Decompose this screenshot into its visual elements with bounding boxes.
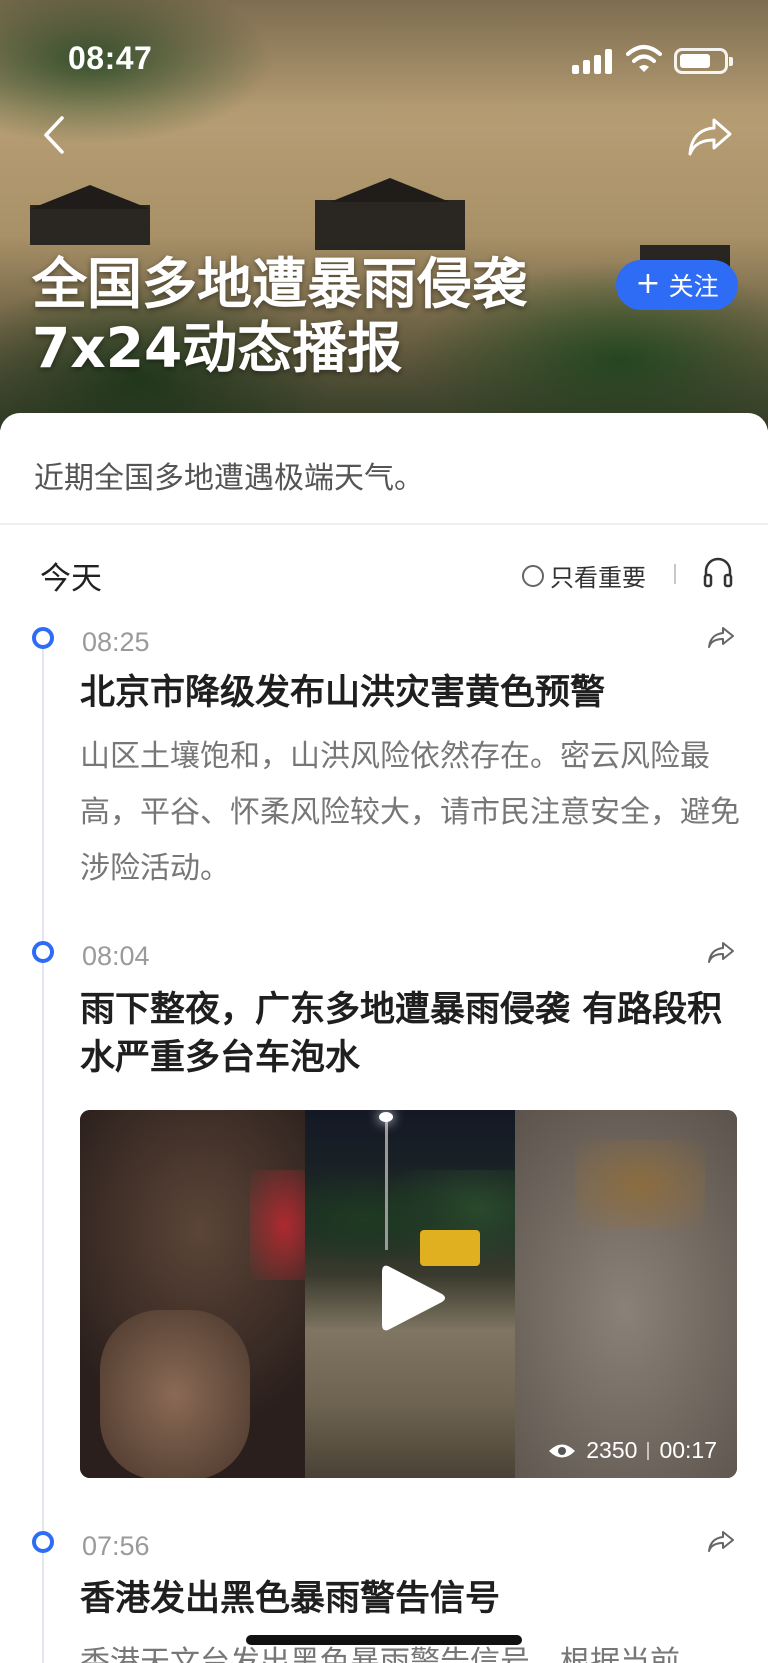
video-player[interactable]: 2350 00:17 bbox=[80, 1110, 737, 1478]
entry-title[interactable]: 香港发出黑色暴雨警告信号 bbox=[80, 1575, 740, 1623]
intro-text: 近期全国多地遭遇极端天气。 bbox=[34, 461, 424, 496]
entry-time: 08:25 bbox=[82, 627, 150, 657]
headphones-icon[interactable] bbox=[702, 556, 734, 588]
share-icon[interactable] bbox=[686, 114, 734, 158]
play-icon[interactable] bbox=[376, 1260, 448, 1336]
video-thumbnail bbox=[80, 1110, 320, 1478]
entry-body: 山区土壤饱和，山洪风险依然存在。密云风险最高，平谷、怀柔风险较大，请市民注意安全… bbox=[80, 739, 740, 886]
entry-title[interactable]: 雨下整夜，广东多地遭暴雨侵袭 有路段积水严重多台车泡水 bbox=[80, 986, 740, 1082]
signal-icon bbox=[572, 48, 614, 74]
hero-banner: 08:47 全国多地遭暴雨侵袭 7x24动态播报 + 关注 bbox=[0, 0, 768, 430]
divider bbox=[674, 564, 676, 584]
share-icon[interactable] bbox=[706, 625, 736, 651]
battery-icon bbox=[674, 48, 733, 74]
entry-time: 07:56 bbox=[82, 1531, 150, 1561]
status-bar: 08:47 bbox=[0, 0, 768, 110]
status-time: 08:47 bbox=[68, 40, 153, 76]
day-label: 今天 bbox=[40, 561, 102, 597]
important-only-toggle[interactable]: 只看重要 bbox=[522, 558, 646, 593]
radio-circle-icon bbox=[522, 564, 544, 587]
home-indicator[interactable] bbox=[246, 1635, 522, 1645]
plus-icon: + bbox=[635, 266, 661, 301]
entry-time: 08:04 bbox=[82, 941, 150, 971]
video-duration: 00:17 bbox=[659, 1437, 717, 1463]
timeline-dot bbox=[32, 941, 54, 963]
divider bbox=[0, 523, 768, 525]
divider bbox=[647, 1441, 650, 1460]
timeline-dot bbox=[32, 627, 54, 649]
view-count: 2350 bbox=[586, 1437, 638, 1463]
video-meta: 2350 00:17 bbox=[548, 1437, 717, 1464]
timeline-line bbox=[42, 638, 44, 1663]
content-card: 近期全国多地遭遇极端天气。 今天 只看重要 08:25 北京市降级发布山洪灾害黄… bbox=[0, 413, 768, 1663]
entry-title[interactable]: 北京市降级发布山洪灾害黄色预警 bbox=[80, 669, 740, 717]
follow-button[interactable]: + 关注 bbox=[616, 260, 738, 310]
share-icon[interactable] bbox=[706, 940, 736, 966]
back-arrow-icon[interactable] bbox=[36, 112, 76, 158]
wifi-icon bbox=[626, 45, 662, 72]
eye-icon bbox=[549, 1444, 576, 1457]
timeline-dot bbox=[32, 1531, 54, 1553]
page-title: 全国多地遭暴雨侵袭 7x24动态播报 bbox=[32, 252, 528, 380]
share-icon[interactable] bbox=[706, 1529, 736, 1555]
